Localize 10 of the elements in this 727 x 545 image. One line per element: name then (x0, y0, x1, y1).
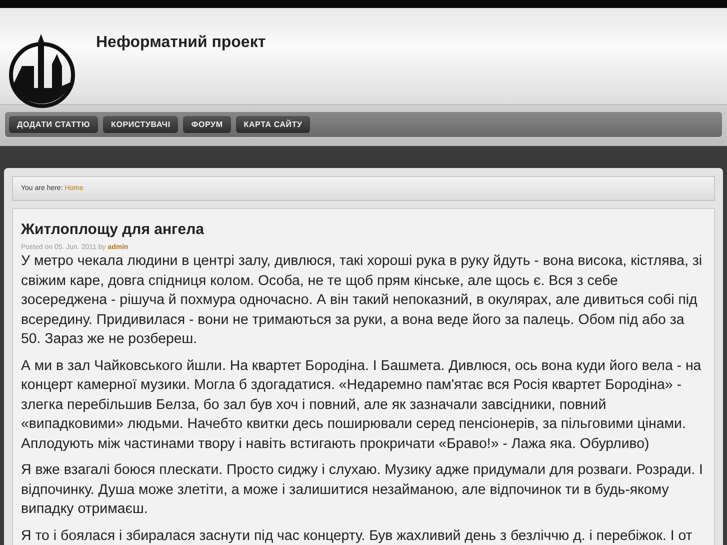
nav-link[interactable]: КАРТА САЙТУ (236, 116, 310, 133)
nav-link[interactable]: ДОДАТИ СТАТТЮ (9, 116, 98, 133)
nav-link[interactable]: КОРИСТУВАЧІ (103, 116, 178, 133)
article-paragraph: А ми в зал Чайковського йшли. На квартет Бородіна. І Башмета. Дивлюся, ось вона куди його вела - на концерт камерної музики. Могла б здогадатися. «Недаремно пам'ятає вся Росія квартет Бородіна» - злегка перебільшив Белза, бо зал був хоч і повний, але як зазначали завсідники, повний «випадковими» людьми. Начебто квитки десь поширювали серед пенсіонерів, за пільговими цінами. Аплодують між частинами твору і навіть встигають прокричати «Браво!» - Лажа яка. Обурливо) (21, 356, 702, 454)
article-paragraph: Я вже взагалі боюся плескати. Просто сиджу і слухаю. Музику адже придумали для розваги. Розради. І відпочинку. Душа може злетіти, а може і залишитися незайманою, але відпочинок ти в будь-якому випадку отримаєш. (21, 461, 704, 519)
article-paragraph: Я то і боялася і збиралася заснути під час концерту. Був жахливий день з безліччю д. і перебіжок. І от (21, 526, 694, 545)
article-paragraph: У метро чекала людини в центрі залу, дивлюся, такі хороші рука в руку йдуть - вона висока, кістлява, зі свіжим каре, довга спідниця колом. Особа, не те щоб прям кінське, але щось є. Вся з себе зосереджена - рішуча й похмура одночасно. А він такий непоказний, в окулярах, але дивиться собі під всередину. Придивилася - вони не тримаються за руки, а вона веде його за палець. Обом під або за 50. Зараз же не розбереш. (21, 252, 704, 349)
article-title: Житлоплощу для ангела (21, 221, 205, 238)
nav-link[interactable]: ФОРУМ (183, 116, 231, 133)
site-title: Неформатний проект (96, 34, 266, 52)
